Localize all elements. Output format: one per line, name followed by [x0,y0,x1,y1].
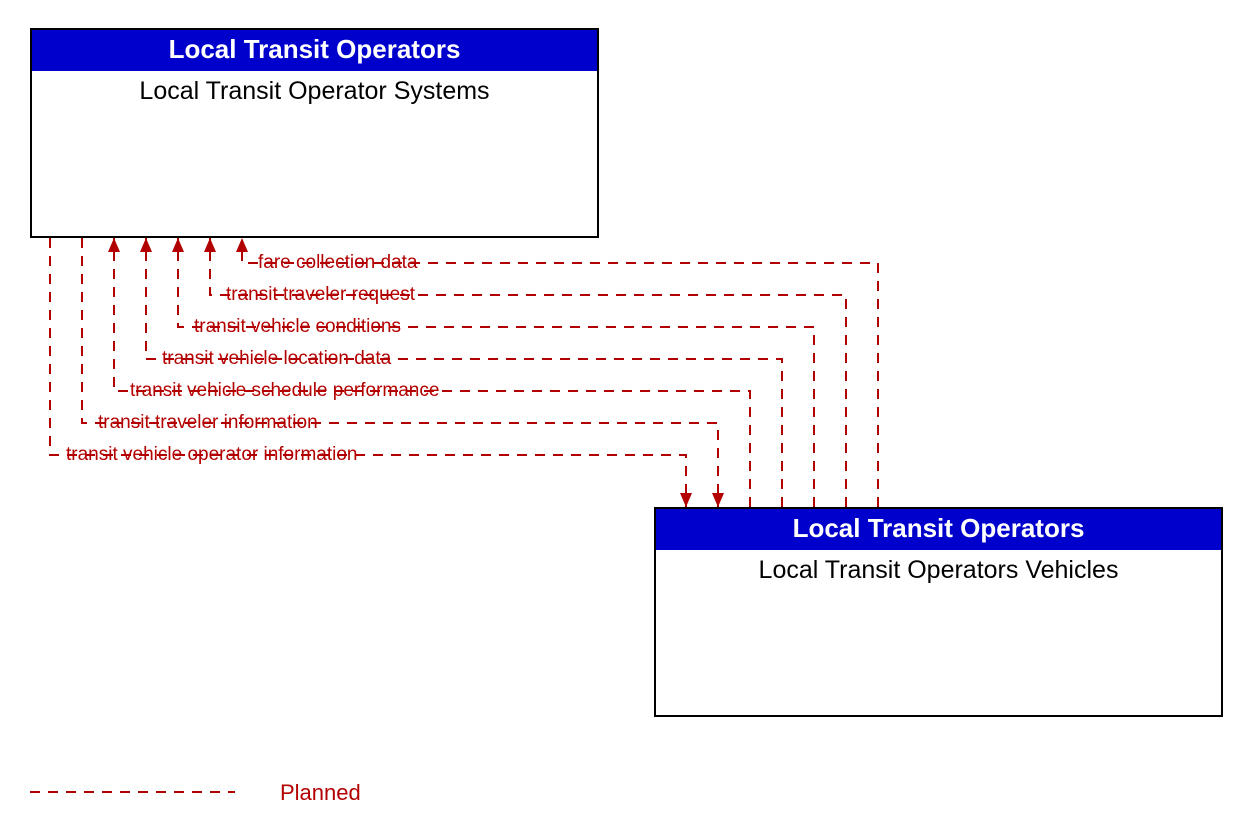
flow-label-transit-traveler-request: transit traveler request [224,284,417,306]
entity-header-top: Local Transit Operators [32,30,597,71]
legend-planned-label: Planned [280,780,361,806]
flow-label-transit-vehicle-location-data: transit vehicle location data [160,348,393,370]
flow-label-transit-vehicle-conditions: transit vehicle conditions [192,316,403,338]
flow-label-fare-collection-data: fare collection data [256,252,420,274]
flow-label-transit-traveler-information: transit traveler information [96,412,320,434]
entity-header-bottom: Local Transit Operators [656,509,1221,550]
entity-box-local-transit-operator-systems: Local Transit Operators Local Transit Op… [30,28,599,238]
entity-title-bottom: Local Transit Operators Vehicles [656,550,1221,585]
flow-label-transit-vehicle-schedule-performance: transit vehicle schedule performance [128,380,441,402]
flow-label-transit-vehicle-operator-information: transit vehicle operator information [64,444,359,466]
entity-title-top: Local Transit Operator Systems [32,71,597,106]
entity-box-local-transit-operators-vehicles: Local Transit Operators Local Transit Op… [654,507,1223,717]
